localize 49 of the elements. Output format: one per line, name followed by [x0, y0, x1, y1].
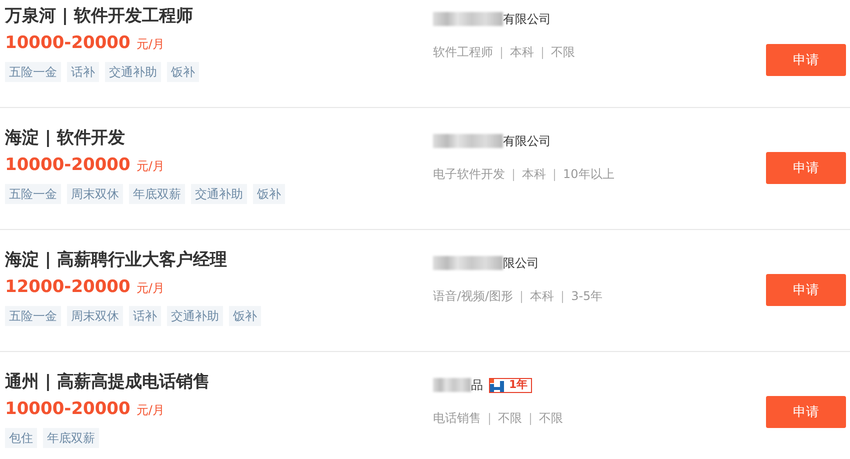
company-name[interactable]: 有限公司 [503, 10, 551, 28]
salary-unit: 元/月 [136, 36, 164, 53]
job-requirement: 本科 [522, 166, 546, 183]
salary-range: 10000-20000 [5, 399, 130, 419]
job-requirement: 10年以上 [563, 166, 614, 183]
job-requirement: 不限 [498, 410, 522, 427]
job-requirement: 不限 [551, 44, 575, 61]
blurred-text [433, 134, 503, 148]
job-title[interactable]: 海淀 | 软件开发 [5, 127, 126, 149]
salary-unit: 元/月 [136, 158, 164, 175]
benefit-tag: 年底双薪 [43, 428, 99, 448]
job-requirement: 电子软件开发 [433, 166, 505, 183]
benefit-tag: 饭补 [229, 306, 261, 326]
job-requirement: 电话销售 [433, 410, 481, 427]
benefit-tag: 交通补助 [105, 62, 161, 82]
benefit-tag: 周末双休 [67, 184, 123, 204]
company-name[interactable]: 限公司 [503, 254, 539, 272]
company-name[interactable]: 品 [471, 376, 483, 394]
salary-range: 10000-20000 [5, 33, 130, 53]
benefit-tag: 周末双休 [67, 306, 123, 326]
blurred-text [433, 12, 503, 26]
salary-unit: 元/月 [136, 402, 164, 419]
salary-range: 10000-20000 [5, 155, 130, 175]
blurred-text [433, 256, 503, 270]
job-requirement: 语音/视频/图形 [433, 288, 514, 305]
benefit-tag: 五险一金 [5, 62, 61, 82]
job-title[interactable]: 通州 | 高薪高提成电话销售 [5, 371, 210, 393]
job-title[interactable]: 海淀 | 高薪聘行业大客户经理 [5, 249, 228, 271]
job-requirement: 不限 [539, 410, 563, 427]
job-title[interactable]: 万泉河 | 软件开发工程师 [5, 5, 194, 27]
benefit-tag: 话补 [67, 62, 99, 82]
company-name[interactable]: 有限公司 [503, 132, 551, 150]
benefit-tag: 饭补 [253, 184, 285, 204]
benefit-tag: 饭补 [167, 62, 199, 82]
benefit-tag: 年底双薪 [129, 184, 185, 204]
benefit-tag: 话补 [129, 306, 161, 326]
benefit-tag: 交通补助 [167, 306, 223, 326]
benefit-tag: 五险一金 [5, 306, 61, 326]
benefit-tag: 包住 [5, 428, 37, 448]
job-requirement: 3-5年 [571, 288, 603, 305]
job-requirement: 本科 [510, 44, 534, 61]
benefit-tag: 五险一金 [5, 184, 61, 204]
blurred-text [433, 378, 471, 392]
benefit-tag: 交通补助 [191, 184, 247, 204]
membership-badge: 1年 [489, 378, 532, 392]
salary-unit: 元/月 [136, 280, 164, 297]
job-requirement: 本科 [530, 288, 554, 305]
job-requirement: 软件工程师 [433, 44, 493, 61]
salary-range: 12000-20000 [5, 277, 130, 297]
